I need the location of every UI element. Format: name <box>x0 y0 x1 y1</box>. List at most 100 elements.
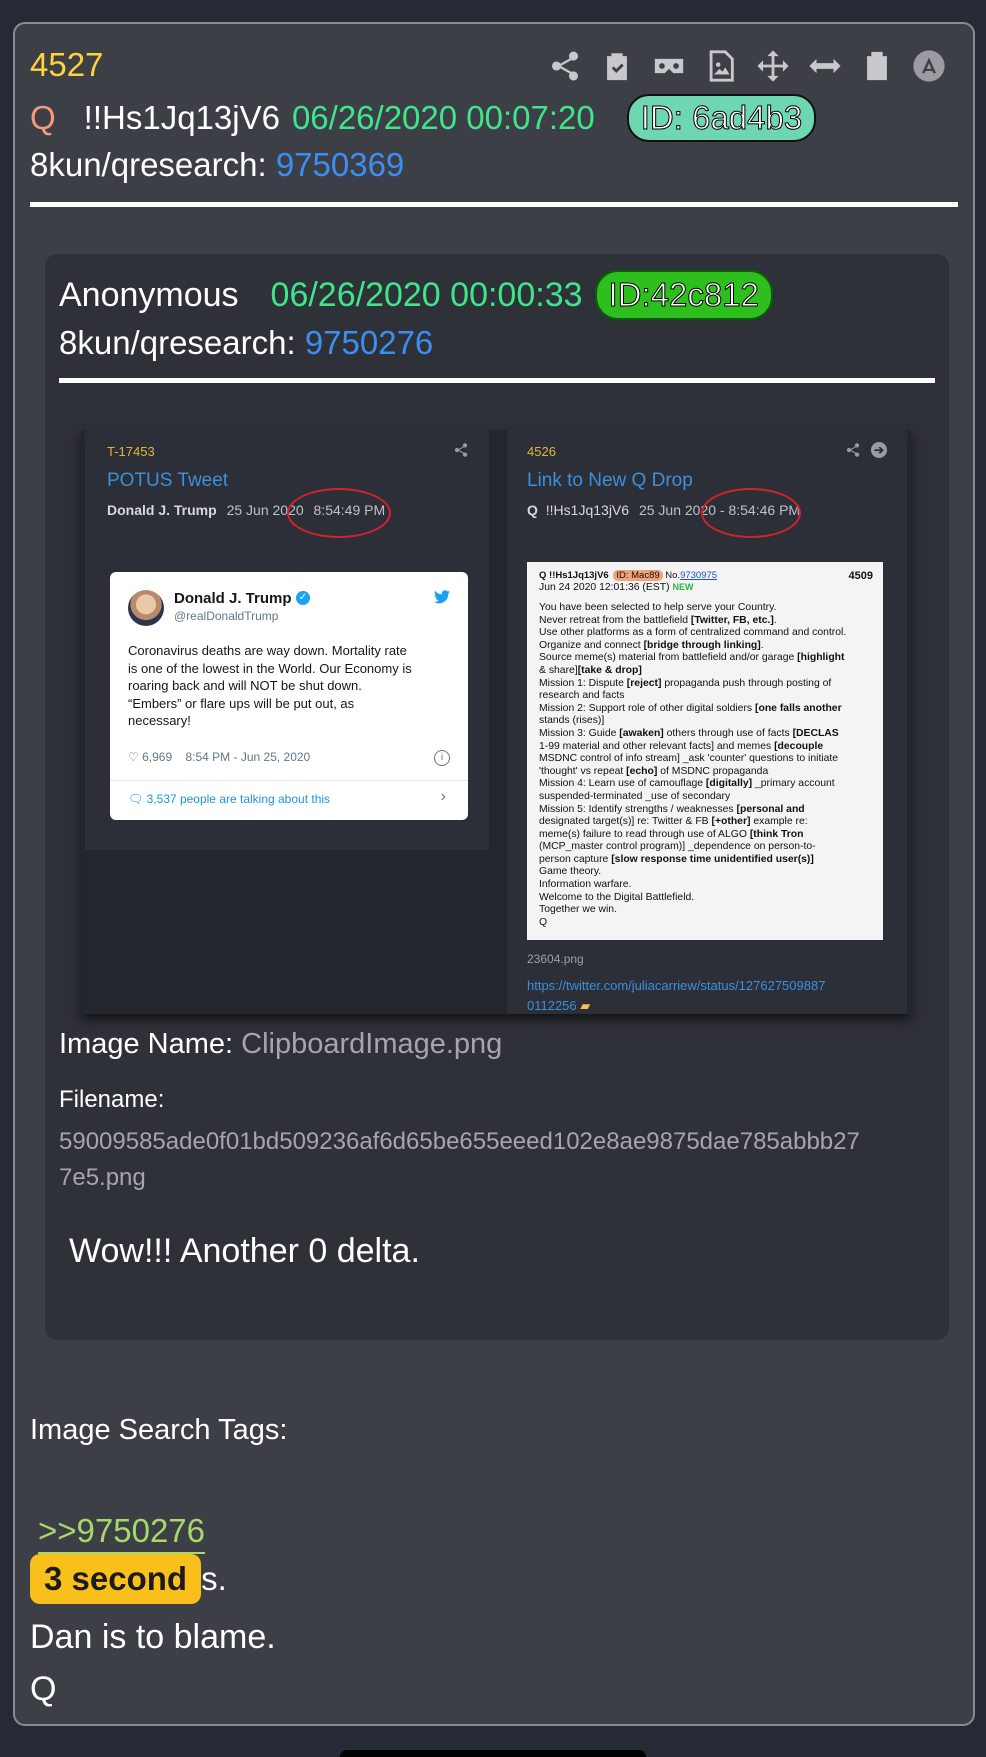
image-name-label: Image Name: <box>59 1028 234 1060</box>
left-time-circle <box>287 488 391 538</box>
share-icon[interactable] <box>539 44 591 88</box>
q-drop-image-body: You have been selected to help serve you… <box>539 602 846 929</box>
image-search-tags-label: Image Search Tags: <box>30 1414 288 1446</box>
post-datetime: 06/26/2020 00:07:20 <box>291 99 595 136</box>
q-drop-line: person capture [slow response time unide… <box>539 853 814 865</box>
q-drop-line: 1-99 material and other relevant facts] … <box>539 740 824 752</box>
quoted-header: Anonymous 06/26/2020 00:00:33 ID:42c812 <box>59 270 773 320</box>
verified-icon: ✓ <box>296 591 310 605</box>
tripcode: !!Hs1Jq13jV6 <box>83 99 280 136</box>
clipboard-check-icon[interactable] <box>591 44 643 88</box>
embedded-tweet: Donald J. Trump ✓ @realDonaldTrump Coron… <box>110 572 468 820</box>
left-panel-author: Donald J. Trump <box>107 502 217 518</box>
tweet-stats: ♡ 6,969 8:54 PM - Jun 25, 2020 <box>128 750 310 764</box>
expand-horizontal-icon[interactable] <box>799 44 851 88</box>
left-share-icon <box>453 442 469 458</box>
signature: Q <box>30 1670 57 1708</box>
q-drop-image-header: Q !!Hs1Jq13jV6 ID: Mac89 No.9730975 <box>539 570 718 581</box>
left-panel: T-17453 POTUS Tweet Donald J. Trump 25 J… <box>85 430 489 850</box>
quoted-board-label: 8kun/qresearch: <box>59 324 296 361</box>
heart-icon: ♡ <box>128 750 139 764</box>
move-icon[interactable] <box>747 44 799 88</box>
q-drop-line: research and facts <box>539 690 625 702</box>
q-drop-line: Information warfare. <box>539 879 632 891</box>
q-drop-line: Source meme(s) material from battlefield… <box>539 652 845 664</box>
tweet-divider <box>110 780 468 781</box>
q-drop-line: stands (rises)] <box>539 715 605 727</box>
q-drop-image-number: 4509 <box>848 570 873 582</box>
poster-id-badge[interactable]: ID: 6ad4b3 <box>626 94 817 142</box>
q-drop-line: Welcome to the Digital Battlefield. <box>539 891 695 903</box>
q-drop-image-filename: 23604.png <box>527 952 584 966</box>
q-drop-line: suspended-terminated _use of secondary <box>539 790 731 802</box>
tweet-conversation-link: 🗨 3,537 people are talking about this <box>128 792 331 806</box>
quoted-divider <box>59 378 935 383</box>
tweet-author-name: Donald J. Trump <box>174 590 292 607</box>
clipboard-icon[interactable] <box>851 44 903 88</box>
tweet-handle: @realDonaldTrump <box>174 609 279 623</box>
q-drop-line: Mission 5: Identify strengths / weakness… <box>539 803 805 815</box>
quoted-message: Wow!!! Another 0 delta. <box>69 1232 420 1270</box>
author-name: Q <box>30 99 56 136</box>
quoted-id-badge[interactable]: ID:42c812 <box>594 270 773 320</box>
q-drop-line: designated target(s)] re: Twitter & FB [… <box>539 816 808 828</box>
header-divider <box>30 202 958 207</box>
right-panel: 4526 ➔ Link to New Q Drop Q !!Hs1Jq13jV6… <box>507 430 907 1014</box>
q-drop-image-date: Jun 24 2020 12:01:36 (EST) NEW <box>539 582 694 593</box>
q-drop-line: Mission 4: Learn use of camouflage [digi… <box>539 778 835 790</box>
vr-goggles-icon[interactable] <box>643 44 695 88</box>
right-panel-trip: !!Hs1Jq13jV6 <box>545 502 630 518</box>
q-drop-line: Game theory. <box>539 866 602 878</box>
tweet-timestamp: 8:54 PM - Jun 25, 2020 <box>185 750 311 764</box>
left-panel-title: POTUS Tweet <box>107 470 229 491</box>
q-drop-line: Mission 1: Dispute [reject] propaganda p… <box>539 677 832 689</box>
quoted-author: Anonymous <box>59 275 239 314</box>
right-panel-author: Q <box>527 502 538 518</box>
post-card: 4527 Q !!Hs1Jq13jV6 06/26/2020 00:07:20 <box>13 22 975 1726</box>
filename-value[interactable]: 59009585ade0f01bd509236af6d65be655eeed10… <box>59 1124 860 1196</box>
quoted-board-post-link[interactable]: 9750276 <box>305 324 433 361</box>
board-reference: 8kun/qresearch: 9750369 <box>30 146 404 184</box>
board-label: 8kun/qresearch: <box>30 146 267 183</box>
avatar-icon[interactable] <box>903 44 955 88</box>
image-file-icon[interactable] <box>695 44 747 88</box>
q-drop-line: meme(s) failure to read through use of A… <box>539 828 804 840</box>
twitter-bird-icon <box>434 590 450 604</box>
q-drop-line: 'thought' vs repeat [echo] of MSDNC prop… <box>539 765 769 777</box>
image-name-value[interactable]: ClipboardImage.png <box>241 1028 502 1060</box>
right-panel-number: 4526 <box>527 444 556 459</box>
tweet-text: Coronavirus deaths are way down. Mortali… <box>128 643 412 728</box>
home-indicator <box>340 1750 646 1757</box>
tweet-likes: 6,969 <box>142 750 173 764</box>
attached-image[interactable]: T-17453 POTUS Tweet Donald J. Trump 25 J… <box>81 430 911 1014</box>
q-drop-line: Mission 2: Support role of other digital… <box>539 702 842 714</box>
chevron-right-icon: › <box>440 788 446 805</box>
right-time-circle <box>701 488 801 538</box>
highlighted-text: 3 second <box>30 1554 202 1604</box>
message-line-1: 3 second s. <box>30 1554 227 1604</box>
message-line-2: Dan is to blame. <box>30 1618 276 1656</box>
comment-icon: 🗨 <box>128 792 144 806</box>
q-drop-image: Q !!Hs1Jq13jV6 ID: Mac89 No.9730975 4509… <box>527 562 883 940</box>
reply-link[interactable]: >>9750276 <box>38 1512 206 1554</box>
post-toolbar <box>539 44 955 88</box>
post-header: Q !!Hs1Jq13jV6 06/26/2020 00:07:20 ID: 6… <box>30 94 817 142</box>
q-drop-line: Q <box>539 916 548 928</box>
q-drop-line: You have been selected to help serve you… <box>539 602 777 613</box>
right-panel-title: Link to New Q Drop <box>527 470 693 491</box>
q-drop-line: Organize and connect [bridge through lin… <box>539 639 764 651</box>
quoted-board-reference: 8kun/qresearch: 9750276 <box>59 324 433 362</box>
tweet-avatar <box>128 590 164 626</box>
left-panel-number: T-17453 <box>107 444 155 459</box>
quoted-post: Anonymous 06/26/2020 00:00:33 ID:42c812 … <box>45 254 949 1340</box>
q-drop-line: (MCP_master control program)] _dependenc… <box>539 841 816 853</box>
post-number[interactable]: 4527 <box>30 46 103 84</box>
q-drop-line: Never retreat from the battlefield [Twit… <box>539 614 777 626</box>
q-drop-line: Mission 3: Guide [awaken] others through… <box>539 727 839 739</box>
quoted-datetime: 06/26/2020 00:00:33 <box>270 275 583 314</box>
source-url: https://twitter.com/juliacarriew/status/… <box>527 978 826 1013</box>
folder-icon: ▰ <box>580 998 591 1013</box>
arrow-right-circle-icon: ➔ <box>871 442 887 458</box>
q-drop-line: & share][take & drop] <box>539 664 642 676</box>
board-post-link[interactable]: 9750369 <box>276 146 404 183</box>
